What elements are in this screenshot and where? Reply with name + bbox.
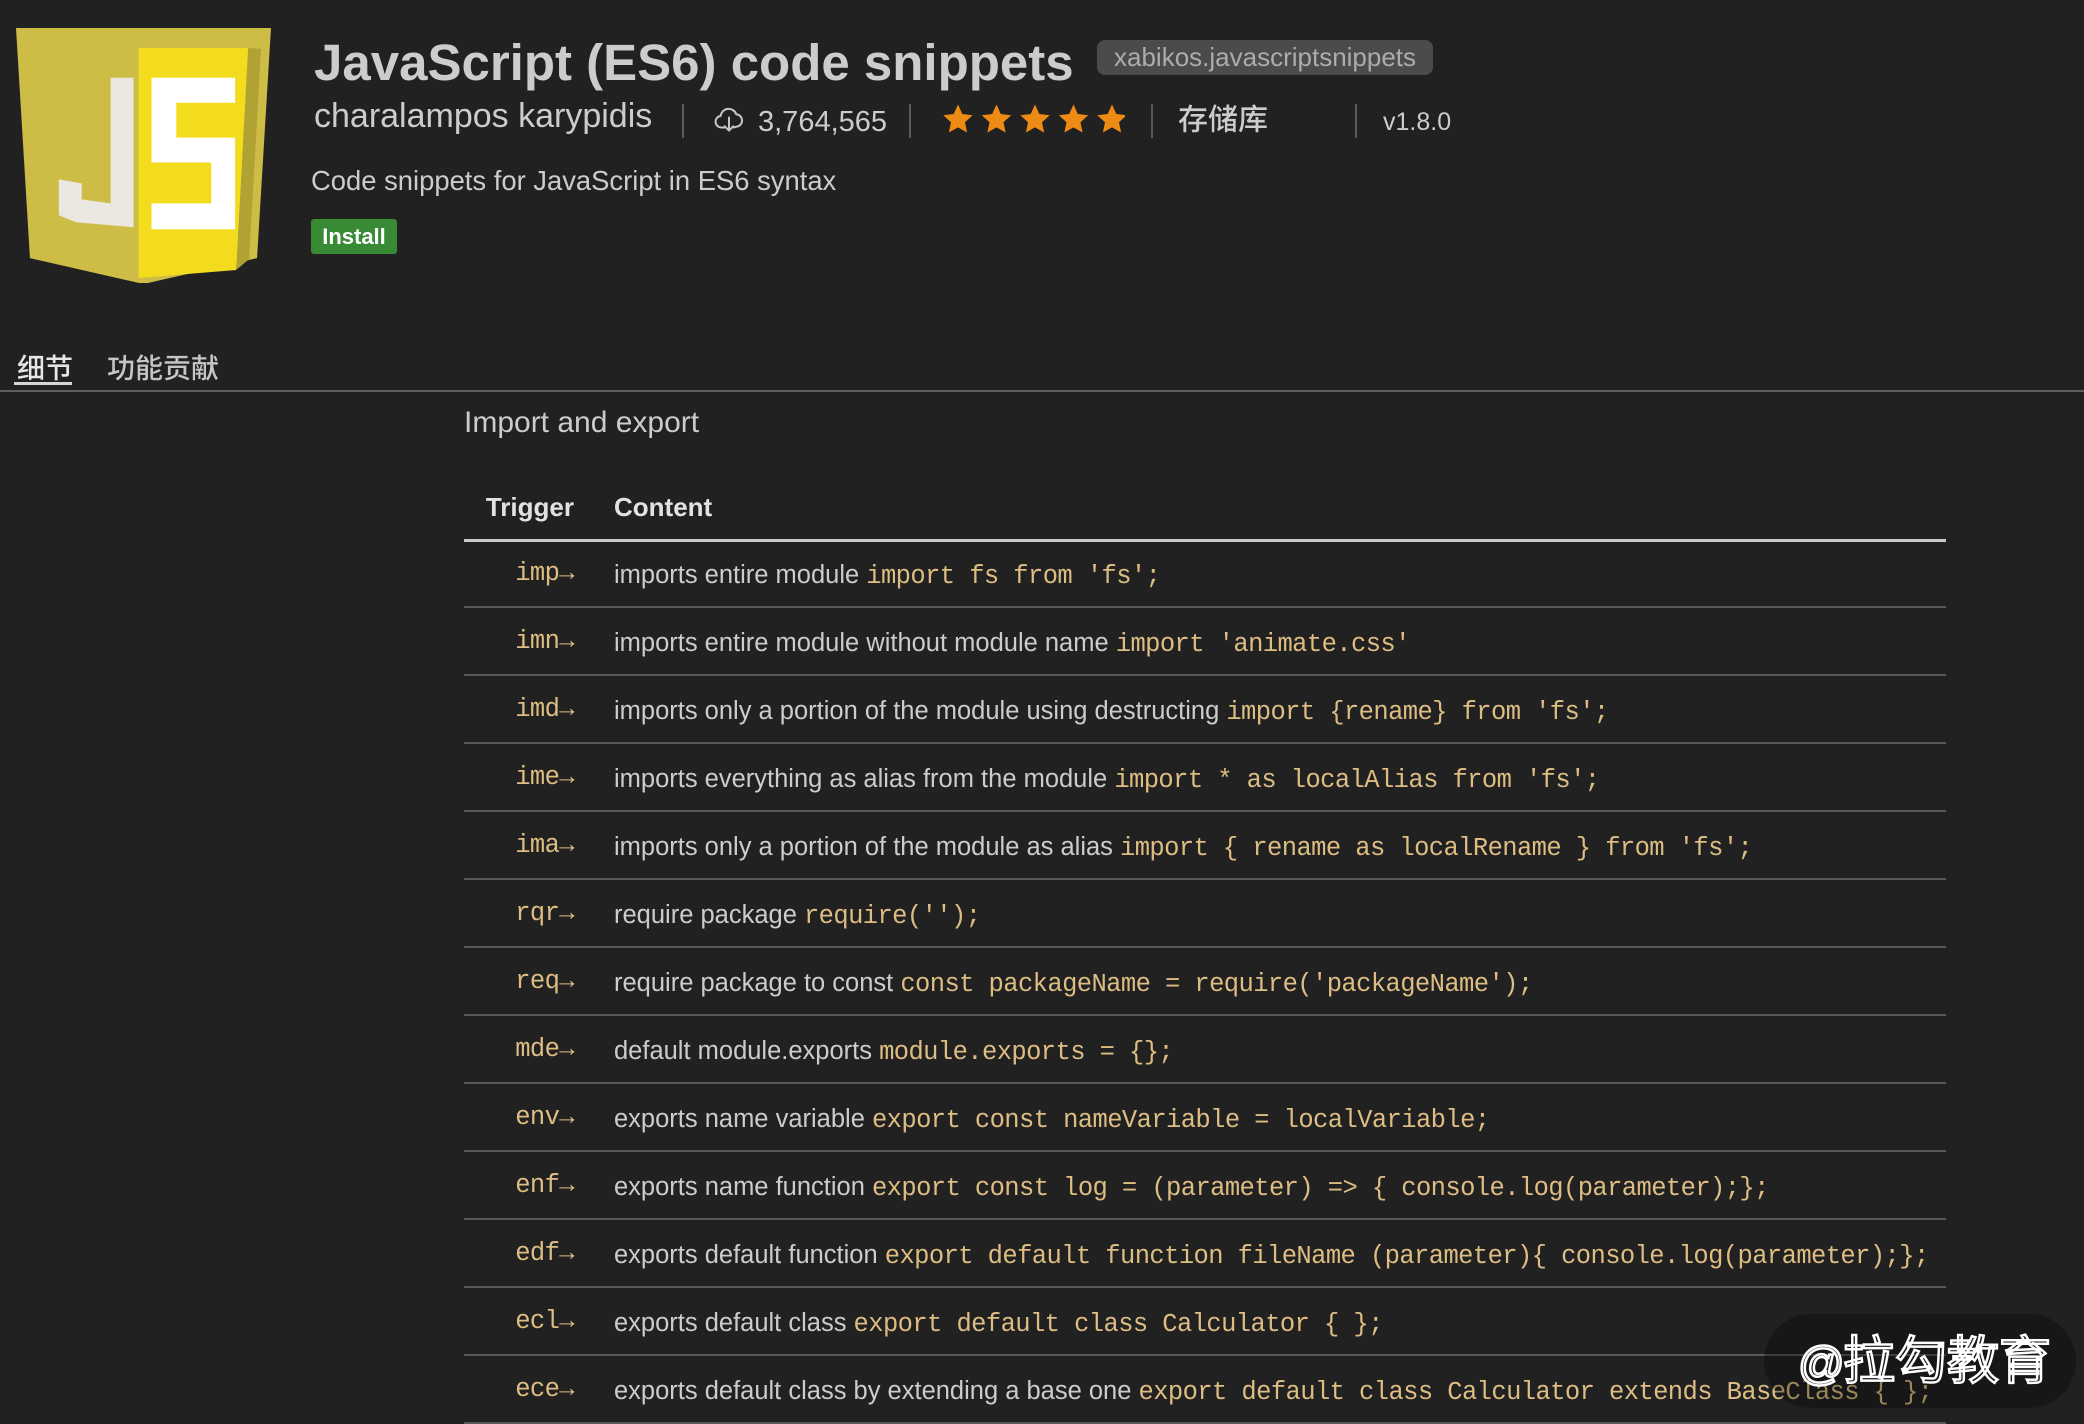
svg-text:@: @ (1798, 1337, 1845, 1389)
